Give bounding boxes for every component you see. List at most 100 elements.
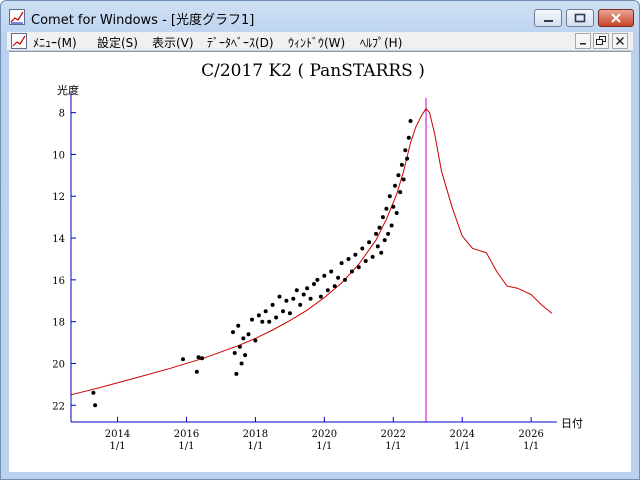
minimize-button[interactable] <box>534 9 562 27</box>
observation-point <box>196 355 201 360</box>
x-tick-label-year: 2014 <box>105 429 130 440</box>
chart-title: C/2017 K2 ( PanSTARRS ) <box>201 61 425 81</box>
observation-point <box>308 296 313 301</box>
observation-point <box>284 298 289 303</box>
observation-point <box>315 277 320 282</box>
observation-point <box>382 238 387 243</box>
observation-point <box>246 332 251 337</box>
observation-point <box>375 244 380 249</box>
observation-point <box>200 356 204 361</box>
x-tick-label-day: 1/1 <box>247 441 263 452</box>
observation-point <box>408 119 413 123</box>
observation-point <box>232 351 237 355</box>
x-tick-label-year: 2024 <box>449 429 474 440</box>
observation-point <box>312 282 316 286</box>
observation-point <box>241 336 246 341</box>
observation-point <box>270 302 275 307</box>
close-button[interactable] <box>598 9 634 27</box>
x-tick-label-day: 1/1 <box>523 441 539 452</box>
observation-point <box>239 361 244 366</box>
menu-item-settings[interactable]: 設定(S) <box>97 34 138 51</box>
y-tick-label: 14 <box>52 234 65 245</box>
observation-point <box>267 319 272 324</box>
observation-point <box>380 215 385 220</box>
observation-point <box>353 252 358 257</box>
observation-point <box>194 369 199 374</box>
observation-point <box>329 269 334 274</box>
window-title: Comet for Windows - [光度グラフ1] <box>31 13 255 28</box>
observation-point <box>263 309 268 314</box>
x-tick-label-year: 2026 <box>518 429 543 440</box>
observation-point <box>360 246 365 251</box>
y-axis-label: 光度 <box>57 83 79 97</box>
observation-point <box>401 177 406 182</box>
y-tick-label: 16 <box>52 276 65 287</box>
prediction-curve <box>70 107 553 396</box>
observation-point <box>281 309 285 314</box>
y-tick-label: 12 <box>52 192 65 203</box>
x-tick-label-day: 1/1 <box>385 441 401 452</box>
observation-point <box>253 338 258 343</box>
observation-point <box>250 317 254 322</box>
menu-item-help[interactable]: ﾍﾙﾌﾟ(H) <box>360 34 402 51</box>
observation-point <box>301 292 306 297</box>
y-tick-label: 22 <box>52 401 65 412</box>
observation-point <box>346 257 351 261</box>
observation-point <box>181 357 185 362</box>
chart-app-icon <box>9 9 25 25</box>
maximize-button[interactable] <box>566 9 594 27</box>
observation-point <box>336 275 341 280</box>
x-tick-label-year: 2018 <box>243 429 268 440</box>
app-window: Comet for Windows - [光度グラフ1] ﾒﾆｭｰ(M) 設定(… <box>0 0 640 480</box>
observation-point <box>277 294 282 299</box>
observation-point <box>256 313 261 318</box>
menu-item-view[interactable]: 表示(V) <box>152 34 194 51</box>
observation-point <box>339 261 344 266</box>
mdi-minimize-button[interactable] <box>575 33 591 49</box>
observation-point <box>379 250 384 255</box>
observation-point <box>391 204 396 209</box>
chart-app-icon[interactable] <box>11 33 27 49</box>
observation-point <box>386 231 391 236</box>
menu-item-menu[interactable]: ﾒﾆｭｰ(M) <box>33 34 77 51</box>
observation-point <box>291 296 296 301</box>
observation-point <box>370 254 375 259</box>
mdi-close-button[interactable] <box>612 33 628 49</box>
observation-point <box>403 148 408 153</box>
restore-icon <box>596 36 606 45</box>
observation-point <box>374 231 378 236</box>
observation-point <box>260 319 265 324</box>
x-axis-label: 日付 <box>561 417 583 430</box>
observation-point <box>234 371 239 376</box>
observation-point <box>274 315 279 320</box>
observation-point <box>377 225 382 230</box>
observation-point <box>287 311 292 316</box>
mdi-restore-button[interactable] <box>593 33 609 49</box>
observation-point <box>405 156 410 161</box>
x-tick-label-year: 2020 <box>312 429 337 440</box>
observation-point <box>387 194 392 199</box>
x-tick-label-year: 2022 <box>381 429 406 440</box>
observation-point <box>393 183 397 188</box>
observation-point <box>93 403 98 408</box>
minimize-icon <box>544 20 553 22</box>
observation-point <box>389 223 394 228</box>
menu-item-window[interactable]: ｳｨﾝﾄﾞｳ(W) <box>288 34 345 51</box>
close-icon <box>616 37 624 45</box>
graph-window: C/2017 K2 ( PanSTARRS ) 光度 日付 8 10 12 14 16 1… <box>9 51 631 472</box>
x-tick-label-day: 1/1 <box>109 441 125 452</box>
x-tick-label-day: 1/1 <box>178 441 194 452</box>
observation-point <box>396 173 401 178</box>
title-bar[interactable]: Comet for Windows - [光度グラフ1] <box>1 1 639 31</box>
observation-point <box>322 273 327 278</box>
observation-point <box>363 259 368 263</box>
observation-point <box>298 302 303 307</box>
menu-item-database[interactable]: ﾃﾞｰﾀﾍﾞｰｽ(D) <box>207 34 274 51</box>
observation-point <box>343 277 347 282</box>
observation-point <box>294 288 299 293</box>
observation-point <box>243 353 248 358</box>
observation-point <box>318 294 323 299</box>
light-curve-chart: C/2017 K2 ( PanSTARRS ) 光度 日付 8 10 12 14 16 1… <box>52 61 583 452</box>
x-tick-label-day: 1/1 <box>454 441 470 452</box>
x-tick-label-day: 1/1 <box>316 441 332 452</box>
